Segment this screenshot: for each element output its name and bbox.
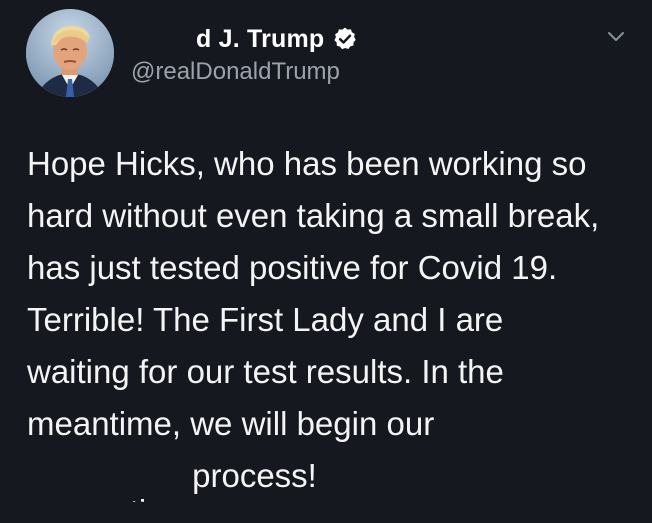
verified-badge-icon <box>334 27 357 50</box>
tweet-text-line: Terrible! The First Lady and I are <box>27 301 504 338</box>
avatar-image <box>26 9 114 97</box>
author-handle[interactable]: @realDonaldTrump <box>131 58 340 86</box>
chevron-down-icon[interactable] <box>603 26 629 46</box>
tweet-text-line: waiting for our test results. In the <box>27 353 504 390</box>
tweet-text-line-rest: process! <box>182 457 317 494</box>
tweet-text-line: Hope Hicks, who has been working so <box>27 145 587 182</box>
author-display-name[interactable]: d J. Trump <box>196 25 324 54</box>
author-name-row[interactable]: d J. Trump <box>196 22 358 56</box>
clipped-word: quarantine <box>27 472 183 502</box>
tweet-text-line: has just tested positive for Covid 19. <box>27 249 558 286</box>
tweet-text: Hope Hicks, who has been working so hard… <box>27 138 637 502</box>
clipped-word-text: quarantine <box>27 486 183 502</box>
profile-avatar[interactable] <box>26 9 114 97</box>
tweet-text-line: hard without even taking a small break, <box>27 197 600 234</box>
tweet-text-line: meantime, we will begin our <box>27 405 435 442</box>
tweet-card: d J. Trump @realDonaldTrump Hope Hicks, … <box>0 0 652 523</box>
bottom-edge <box>0 519 652 523</box>
tweet-text-line-clipped: quarantine process! <box>27 450 637 502</box>
